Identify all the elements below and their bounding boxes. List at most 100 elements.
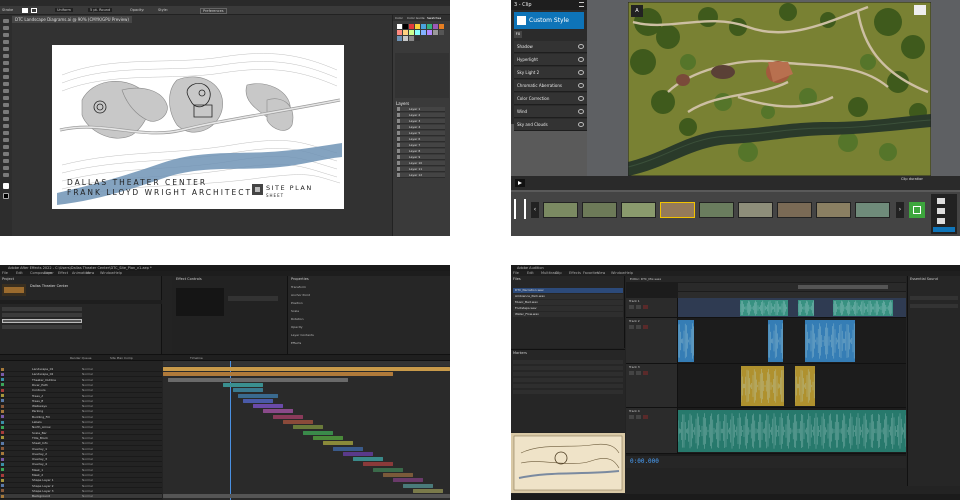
- effect-item[interactable]: Sky Light 2: [514, 67, 587, 79]
- label-color-swatch[interactable]: [1, 494, 4, 498]
- track-header[interactable]: Track 4: [626, 408, 678, 453]
- layer-duration-bar[interactable]: [383, 473, 413, 477]
- layer-duration-bar[interactable]: [323, 441, 353, 446]
- label-color-swatch[interactable]: [1, 404, 4, 408]
- overview-bar[interactable]: [678, 283, 906, 291]
- project-item-name[interactable]: Dallas Theater Center: [30, 284, 68, 288]
- graph-tool-icon[interactable]: [3, 145, 9, 149]
- layer-row[interactable]: Labels Normal: [0, 420, 162, 425]
- layer-row[interactable]: Landscape_02 Normal: [0, 372, 162, 378]
- layer-duration-bar[interactable]: [333, 446, 363, 451]
- layer-row[interactable]: Layer 5: [397, 131, 445, 136]
- effect-item[interactable]: Wind: [514, 106, 587, 118]
- uniform-select[interactable]: Uniform: [55, 8, 73, 12]
- scale-tool-icon[interactable]: [3, 96, 9, 100]
- label-color-swatch[interactable]: [1, 431, 4, 435]
- layer-duration-bar[interactable]: [238, 393, 278, 398]
- clip-thumbnail[interactable]: [777, 202, 812, 218]
- audio-clip[interactable]: [804, 320, 855, 362]
- track-row[interactable]: Track 2: [626, 318, 906, 364]
- record-button[interactable]: [643, 325, 648, 329]
- artboard[interactable]: DALLAS THEATER CENTER FRANK LLOYD WRIGHT…: [52, 45, 344, 209]
- aspect-icon[interactable]: A: [631, 5, 643, 17]
- visibility-icon[interactable]: [397, 167, 400, 171]
- audio-clip[interactable]: [739, 300, 788, 316]
- type-tool-icon[interactable]: [3, 47, 9, 51]
- layer-row[interactable]: Overlay_2 Normal: [0, 452, 162, 457]
- visibility-icon[interactable]: [397, 155, 400, 159]
- swatches-grid[interactable]: [397, 24, 447, 48]
- layer-row[interactable]: Background Normal: [0, 494, 162, 500]
- label-color-swatch[interactable]: [1, 462, 4, 466]
- label-color-swatch[interactable]: [1, 367, 4, 371]
- layer-duration-bar[interactable]: [253, 404, 283, 409]
- layer-duration-bar[interactable]: [163, 372, 393, 377]
- layer-row[interactable]: Layer 1: [397, 107, 445, 112]
- magic-wand-icon[interactable]: [3, 33, 9, 37]
- clip-thumbnail[interactable]: [660, 202, 695, 218]
- audio-clip[interactable]: [832, 300, 893, 316]
- layer-mode[interactable]: Normal: [82, 388, 93, 392]
- layer-duration-bar[interactable]: [263, 409, 293, 414]
- play-icon[interactable]: [515, 179, 525, 187]
- effect-item[interactable]: Hyperlight: [514, 54, 587, 66]
- layer-mode[interactable]: Normal: [82, 489, 93, 493]
- project-row-selected[interactable]: [2, 319, 82, 323]
- tab-color-guide[interactable]: Color Guide: [407, 16, 425, 20]
- layer-mode[interactable]: Normal: [82, 367, 93, 371]
- clip-thumbnail[interactable]: [855, 202, 890, 218]
- layer-mode[interactable]: Normal: [82, 473, 93, 477]
- clip-thumbnail[interactable]: [621, 202, 656, 218]
- label-color-swatch[interactable]: [1, 425, 4, 429]
- blend-tool-icon[interactable]: [3, 131, 9, 135]
- layer-row[interactable]: Parking Normal: [0, 409, 162, 415]
- paintbrush-icon[interactable]: [3, 68, 9, 72]
- label-color-swatch[interactable]: [1, 468, 4, 472]
- custom-style-button[interactable]: Custom Style: [514, 12, 584, 29]
- layer-row[interactable]: Shape Layer 2 Normal: [0, 484, 162, 489]
- label-color-swatch[interactable]: [1, 447, 4, 450]
- visibility-icon[interactable]: [397, 161, 400, 165]
- layer-mode[interactable]: Normal: [82, 468, 93, 472]
- stroke-color-icon[interactable]: [3, 193, 9, 199]
- eye-icon[interactable]: [578, 122, 584, 127]
- effect-item[interactable]: Sky and Clouds: [514, 119, 587, 131]
- sound-setting[interactable]: [910, 304, 958, 308]
- label-color-swatch[interactable]: [1, 388, 4, 392]
- brush-select[interactable]: 5 pt. Round: [88, 8, 113, 12]
- visibility-icon[interactable]: [397, 137, 400, 141]
- mute-button[interactable]: [629, 371, 634, 375]
- multitrack-editor[interactable]: Editor: DTC_Mix.sesx Track 1 Track 2 Track…: [626, 276, 907, 468]
- render-button[interactable]: [933, 227, 955, 232]
- scroll-right-icon[interactable]: ›: [896, 202, 904, 218]
- layer-duration-bar[interactable]: [363, 462, 393, 467]
- audio-clip[interactable]: [740, 366, 784, 406]
- layer-mode[interactable]: Normal: [82, 372, 93, 376]
- layer-row[interactable]: Title_Block Normal: [0, 436, 162, 441]
- line-tool-icon[interactable]: [3, 54, 9, 58]
- record-button[interactable]: [643, 415, 648, 419]
- tab-color[interactable]: Color: [395, 16, 403, 20]
- label-color-swatch[interactable]: [1, 484, 4, 488]
- layer-mode[interactable]: Normal: [82, 399, 93, 403]
- layer-row[interactable]: Shape Layer 3 Normal: [0, 489, 162, 494]
- clip-thumbnail[interactable]: [582, 202, 617, 218]
- project-row[interactable]: [2, 313, 82, 317]
- file-row[interactable]: DTC_Narration.wav: [513, 288, 623, 293]
- layer-duration-bar[interactable]: [313, 435, 343, 440]
- layer-mode[interactable]: Normal: [82, 409, 93, 413]
- layer-duration-bar[interactable]: [353, 457, 383, 462]
- eye-icon[interactable]: [578, 70, 584, 75]
- layer-duration-bar[interactable]: [303, 430, 333, 435]
- hand-tool-icon[interactable]: [3, 166, 9, 170]
- audio-clip[interactable]: [677, 410, 907, 452]
- layer-row[interactable]: Layer 10: [397, 161, 445, 166]
- layer-mode[interactable]: Normal: [82, 420, 93, 424]
- layer-row[interactable]: Building_Fill Normal: [0, 415, 162, 420]
- layer-mode[interactable]: Normal: [82, 457, 93, 461]
- layer-duration-bar[interactable]: [343, 451, 373, 456]
- eye-icon[interactable]: [578, 83, 584, 88]
- layer-row[interactable]: Layer 8: [397, 149, 445, 154]
- mute-button[interactable]: [629, 415, 634, 419]
- effect-item[interactable]: Shadow: [514, 41, 587, 53]
